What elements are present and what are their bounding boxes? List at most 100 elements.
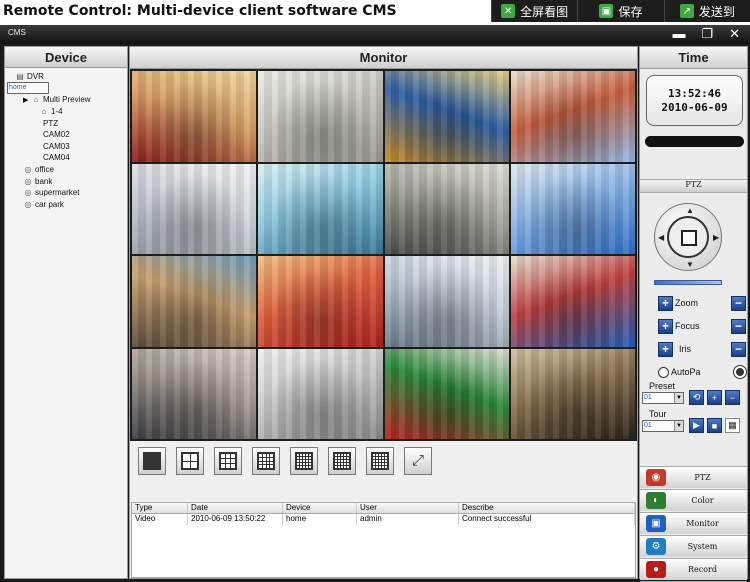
layout-36-button[interactable] [366,447,394,475]
layout-9-button[interactable] [214,447,242,475]
video-frame [258,71,383,162]
tree-item-office[interactable]: ◎ office [7,164,125,176]
layout-4-icon [181,452,199,470]
zoom-out-button[interactable]: − [731,295,746,311]
device-panel: Device ▤DVR▶◎home▶⌂Multi Preview⌂1-4PTZC… [4,46,128,579]
tree-item-label: CAM04 [43,153,70,163]
iris-control: + Iris − [658,341,746,357]
log-col-type[interactable]: Type [132,503,188,513]
ptz-speed-slider[interactable] [654,280,722,285]
video-frame [510,71,635,162]
autopan-radio[interactable] [658,366,669,378]
video-cell-hallway[interactable] [258,348,383,439]
video-cell-car-showroom[interactable] [132,163,257,254]
tree-item-bank[interactable]: ◎ bank [7,175,125,187]
tree-item-cam03[interactable]: CAM03 [7,141,125,153]
arrow-up-icon[interactable]: ▲ [686,206,694,215]
log-col-describe[interactable]: Describe [459,503,635,513]
dvr-icon: ▤ [16,72,24,82]
video-cell-stadium[interactable] [510,163,635,254]
tree-item-label: supermarket [35,188,80,198]
camera-icon [30,131,42,139]
iris-open-button[interactable]: + [658,341,673,357]
preset-add-button[interactable]: + [707,390,722,405]
zoom-label: Zoom [675,298,699,308]
video-cell-museum[interactable] [510,348,635,439]
tree-item-supermarket[interactable]: ◎ supermarket [7,187,125,199]
video-cell-street[interactable] [132,256,257,347]
layout-9-icon [219,452,237,470]
minimize-icon[interactable]: ▬ [672,26,685,42]
tree-item-label: CAM03 [43,141,70,151]
video-cell-theater[interactable] [258,256,383,347]
tree-item-cam04[interactable]: CAM04 [7,152,125,164]
tree-item-label: PTZ [43,118,59,128]
tree-item-car-park[interactable]: ◎ car park [7,199,125,211]
ptz-direction-pad[interactable]: ▲ ▼ ◀ ▶ [654,203,722,271]
tree-item-multi-preview[interactable]: ▶ ⌂ Multi Preview [7,94,125,106]
send-to-button[interactable]: ↗ 发送到 [663,0,750,22]
video-cell-parking-garage[interactable] [258,71,383,162]
layout-toolbar: ⤢ [130,442,637,480]
preset-goto-button[interactable]: ⟲ [689,390,704,405]
table-row[interactable]: Video 2010-06-09 13:50:22 home admin Con… [132,514,635,525]
layout-1-button[interactable] [138,447,166,475]
arrow-left-icon[interactable]: ◀ [658,233,664,242]
log-col-device[interactable]: Device [283,503,357,513]
focus-out-button[interactable]: − [731,318,746,334]
tour-play-button[interactable]: ▶ [689,418,704,433]
tour-stop-button[interactable]: ■ [707,418,722,433]
preset-select[interactable]: 01 ▼ [642,392,684,404]
log-col-date[interactable]: Date [188,503,283,513]
iris-close-button[interactable]: − [731,341,746,357]
log-cell-device: home [283,514,357,525]
tree-item-1-4[interactable]: ⌂ 1-4 [7,106,125,118]
layout-25-button[interactable] [328,447,356,475]
menu-monitor-button[interactable]: ▣ Monitor [640,512,747,534]
menu-system-button[interactable]: ⚙ System [640,535,747,557]
preset-remove-button[interactable]: − [725,390,740,405]
video-cell-traffic[interactable] [132,348,257,439]
restore-icon[interactable]: ❐ [701,26,713,42]
autopan-toggle[interactable] [734,366,746,378]
video-cell-indoor-slide[interactable] [384,71,509,162]
video-cell-warehouse[interactable] [258,163,383,254]
video-cell-office[interactable] [384,256,509,347]
monitor-panel: Monitor ⤢ Type Date Device User Describe… [129,46,638,579]
video-frame [510,163,635,254]
expand-arrow-icon[interactable]: ▶ [23,96,30,104]
arrow-right-icon[interactable]: ▶ [713,233,719,242]
tree-item-home[interactable]: ▶◎home [7,82,125,95]
menu-color-button[interactable]: ◐ Color [640,489,747,511]
tree-item-ptz[interactable]: PTZ [7,117,125,129]
autopan-control: AutoPa [658,364,746,380]
tree-item-cam02[interactable]: CAM02 [7,129,125,141]
log-cell-date: 2010-06-09 13:50:22 [188,514,283,525]
zoom-in-button[interactable]: + [658,295,673,311]
ptz-center-button[interactable] [681,230,697,246]
tour-grid-button[interactable]: ▦ [725,418,740,433]
log-col-user[interactable]: User [357,503,459,513]
tour-select[interactable]: 01 ▼ [642,420,684,432]
save-button[interactable]: ▣ 保存 [577,0,663,22]
tree-item-dvr[interactable]: ▤ DVR [7,71,125,83]
layout-4-button[interactable] [176,447,204,475]
layout-20-button[interactable] [290,447,318,475]
menu-record-button[interactable]: ● Record [640,558,747,580]
video-cell-buildings[interactable] [510,71,635,162]
fullscreen-view-button[interactable]: ✕ 全屏看图 [491,0,577,22]
arrow-down-icon[interactable]: ▼ [686,260,694,269]
video-cell-supermarket[interactable] [384,348,509,439]
focus-in-button[interactable]: + [658,318,673,334]
video-cell-arena[interactable] [510,256,635,347]
video-cell-restaurant[interactable] [132,71,257,162]
video-frame [384,71,509,162]
cms-window: CMS ▬ ❐ ✕ Device ▤DVR▶◎home▶⌂Multi Previ… [0,25,750,582]
fullscreen-button[interactable]: ⤢ [404,447,432,475]
video-frame [510,348,635,439]
layout-16-button[interactable] [252,447,280,475]
video-cell-escalator[interactable] [384,163,509,254]
close-icon[interactable]: ✕ [729,26,740,42]
log-header-row: Type Date Device User Describe [132,503,635,514]
menu-ptz-button[interactable]: ◉ PTZ [640,466,747,488]
